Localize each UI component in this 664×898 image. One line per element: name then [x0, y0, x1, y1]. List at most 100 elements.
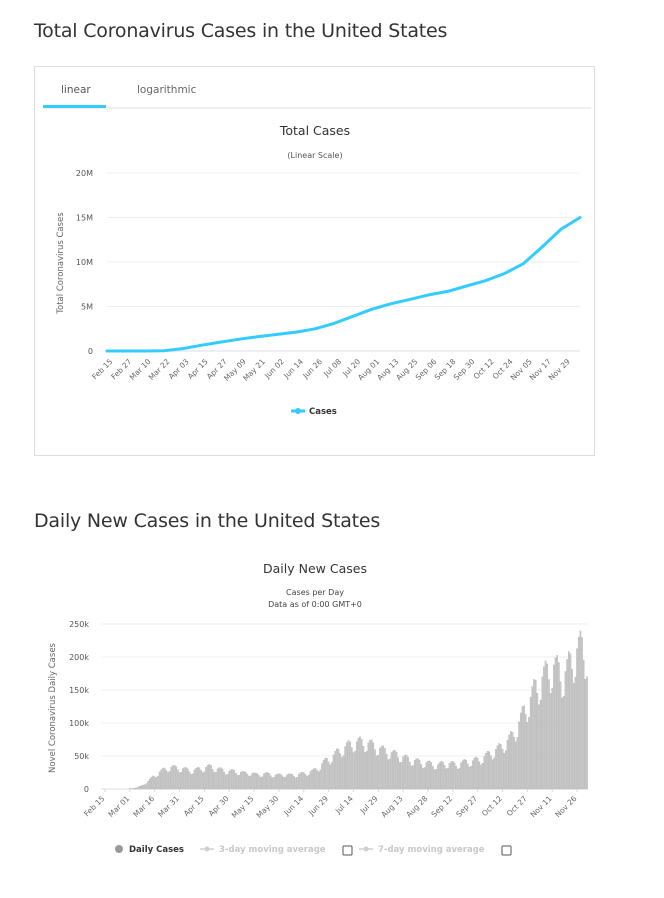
daily-cases-bar [422, 767, 424, 790]
chart1-y-tick-label: 0 [88, 347, 93, 356]
daily-cases-bar [258, 775, 260, 790]
chart1-x-tick-label: Jun 26 [300, 357, 324, 381]
daily-cases-bar [256, 773, 259, 790]
chart1-y-tick-label: 20M [76, 169, 93, 178]
legend-7day-average[interactable]: 7-day moving average [359, 845, 512, 856]
daily-cases-bar [344, 746, 346, 790]
daily-cases-bar [299, 772, 302, 790]
daily-cases-bar [475, 756, 477, 790]
daily-cases-bar [493, 757, 496, 790]
legend-3day-average[interactable]: 3-day moving average [200, 845, 353, 856]
daily-cases-bar [134, 788, 136, 790]
daily-cases-bar [263, 773, 265, 790]
chart2-y-tick-label: 0 [84, 785, 89, 794]
daily-cases-bar [147, 780, 149, 790]
3day-average-legend-label[interactable]: 3-day moving average [219, 845, 326, 855]
chart1-title: Total Cases [279, 123, 350, 138]
daily-cases-bar [503, 753, 505, 790]
daily-cases-bar [218, 767, 221, 790]
daily-cases-bar [460, 762, 462, 790]
chart1-x-tick-label: Jun 02 [262, 357, 286, 381]
daily-cases-bar [254, 772, 257, 790]
chart1-legend[interactable]: Cases [291, 407, 337, 417]
daily-cases-bar [369, 740, 371, 790]
daily-cases-bar [457, 768, 459, 790]
daily-cases-bar [293, 775, 295, 790]
daily-cases-bar [425, 762, 428, 790]
daily-cases-bar [490, 755, 492, 790]
daily-cases-bar [546, 663, 549, 790]
daily-cases-bar [203, 771, 206, 790]
daily-cases-bar [153, 776, 156, 790]
daily-cases-bar [556, 655, 558, 790]
daily-cases-bar [510, 731, 512, 790]
daily-cases-bar [385, 754, 388, 790]
7day-average-legend-label[interactable]: 7-day moving average [378, 845, 485, 855]
daily-cases-bar [420, 764, 423, 790]
daily-cases-bar [360, 739, 363, 790]
daily-cases-bar [215, 772, 217, 790]
daily-cases-bar [506, 739, 509, 790]
daily-cases-bar [291, 774, 293, 790]
daily-cases-legend-label[interactable]: Daily Cases [129, 845, 184, 855]
daily-cases-bar [143, 784, 146, 790]
chart2-x-tick-label: Sep 12 [429, 794, 454, 819]
daily-cases-bar [521, 706, 524, 790]
daily-cases-bar [331, 762, 333, 790]
daily-cases-bar [240, 772, 242, 790]
chart2-x-tick-label: Jun 14 [281, 794, 305, 818]
daily-cases-bar [372, 742, 375, 790]
daily-cases-bar [543, 666, 545, 790]
daily-cases-bar [142, 784, 144, 790]
cases-legend-label[interactable]: Cases [309, 407, 337, 417]
daily-cases-bar [405, 754, 408, 790]
daily-cases-bar [561, 697, 563, 790]
daily-cases-bar [259, 777, 262, 790]
daily-cases-bar [357, 737, 360, 790]
daily-cases-bar [432, 766, 434, 790]
daily-cases-bar [172, 765, 174, 790]
daily-cases-bar [564, 671, 567, 790]
daily-cases-bar [402, 756, 404, 790]
daily-cases-bar [294, 777, 297, 790]
daily-cases-bar [246, 774, 249, 790]
daily-cases-bar [468, 767, 471, 790]
chart2-x-tick-label: Mar 31 [156, 794, 181, 819]
daily-cases-bar [175, 766, 177, 790]
daily-cases-bar [384, 748, 386, 790]
daily-cases-bar [309, 771, 312, 790]
daily-cases-bar [355, 741, 358, 790]
chart2-x-tick-label: Aug 13 [379, 794, 404, 819]
daily-cases-bar [201, 772, 204, 790]
daily-cases-bar [435, 769, 438, 790]
daily-cases-bar [241, 771, 244, 790]
3day-average-checkbox[interactable] [342, 845, 353, 856]
chart2-y-tick-label: 250k [69, 620, 89, 629]
daily-cases-bar [332, 754, 335, 790]
chart2-x-tick-label: Apr 15 [182, 794, 206, 818]
chart2-subtitle: Cases per Day [286, 588, 344, 597]
chart1-x-tick-label: Mar 22 [147, 357, 172, 382]
daily-cases-bar [339, 753, 341, 790]
daily-cases-bar [365, 751, 368, 790]
daily-cases-bar [387, 759, 390, 790]
daily-cases-bar [483, 756, 486, 790]
daily-cases-bar [553, 664, 555, 790]
daily-cases-bar [200, 770, 202, 790]
daily-cases-bar [529, 696, 532, 790]
legend-daily-cases[interactable]: Daily Cases [115, 845, 184, 855]
daily-cases-bar [243, 771, 245, 790]
daily-cases-bar [567, 651, 570, 790]
daily-cases-bar [428, 760, 431, 790]
chart1-x-tick-label: Nov 29 [547, 357, 572, 382]
chart2-y-tick-label: 150k [69, 686, 89, 695]
chart1-x-tick-label: Jul 08 [321, 357, 343, 379]
daily-cases-bar [261, 776, 264, 790]
daily-cases-bar [321, 763, 323, 790]
daily-cases-bar [466, 763, 469, 790]
7day-average-checkbox[interactable] [501, 845, 512, 856]
daily-cases-bar [445, 768, 447, 790]
chart1-y-tick-label: 10M [76, 258, 93, 267]
daily-cases-bar [322, 760, 325, 790]
daily-cases-bar [501, 748, 504, 790]
